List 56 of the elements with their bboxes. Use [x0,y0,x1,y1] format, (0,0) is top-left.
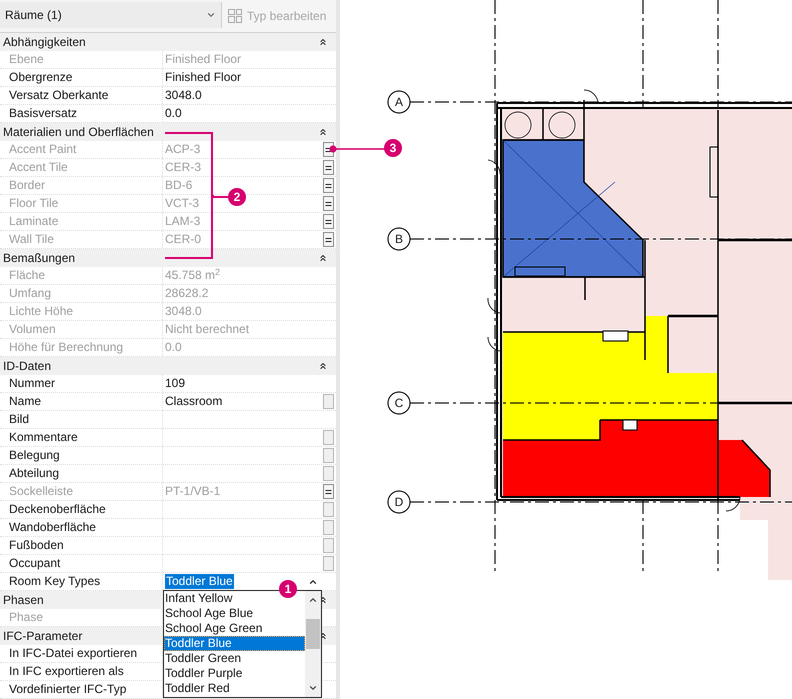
property-label: Obergrenze [9,70,72,84]
property-label: Accent Paint [9,142,76,156]
property-value: Classroom [165,393,222,410]
property-label: Border [9,178,46,192]
property-value: CER-0 [165,231,202,248]
property-label: Nummer [9,376,56,390]
property-value: 3048.0 [165,303,202,320]
property-label: Bild [9,412,30,426]
property-label: Room Key Types [9,574,100,588]
property-label: Floor Tile [9,196,58,210]
property-label: Fußboden [9,538,64,552]
property-label: Höhe für Berechnung [9,340,124,354]
property-label: Vordefinierter IFC-Typ [9,682,126,696]
property-value: CER-3 [165,159,202,176]
property-label: Ebene [9,52,44,66]
property-label: Wall Tile [9,232,54,246]
property-value: 0.0 [165,339,182,356]
property-label: Volumen [9,322,56,336]
property-value: 109 [165,375,186,392]
property-value: 45.758 m$^{2}$ [165,267,220,284]
property-value: 0.0 [165,105,182,122]
property-value: 28628.2 [165,285,208,302]
property-value: LAM-3 [165,213,200,230]
callout-badge: 1 [279,580,297,598]
property-label: In IFC-Datei exportieren [9,646,138,660]
property-label: Deckenoberfläche [9,502,106,516]
property-label: Umfang [9,286,52,300]
property-label: Fläche [9,268,46,282]
callout-badge: 2 [228,188,246,206]
property-label: Versatz Oberkante [9,88,108,102]
property-value: Finished Floor [165,69,242,86]
property-label: Abteilung [9,466,60,480]
property-label: Name [9,394,42,408]
property-value: ACP-3 [165,141,200,158]
property-label: Basisversatz [9,106,78,120]
grid-bubble: D [388,490,410,514]
property-label: In IFC exportieren als [9,664,124,678]
property-value: 3048.0 [165,87,202,104]
property-value: PT-1/VB-1 [165,483,220,500]
property-label: Kommentare [9,430,78,444]
property-label: Lichte Höhe [9,304,74,318]
property-label: Phase [9,610,44,624]
property-label: Wandoberfläche [9,520,96,534]
property-label: Laminate [9,214,58,228]
property-value: Finished Floor [165,51,242,68]
callout-badge: 3 [384,139,402,157]
property-label: Belegung [9,448,60,462]
property-label: Accent Tile [9,160,68,174]
property-value: BD-6 [165,177,192,194]
property-value: Nicht berechnet [165,321,250,338]
grid-bubble: A [388,90,410,114]
property-value: VCT-3 [165,195,200,212]
property-label: Sockelleiste [9,484,74,498]
grid-bubble: B [388,228,410,250]
grid-bubble: C [388,392,410,414]
property-label: Occupant [9,556,60,570]
